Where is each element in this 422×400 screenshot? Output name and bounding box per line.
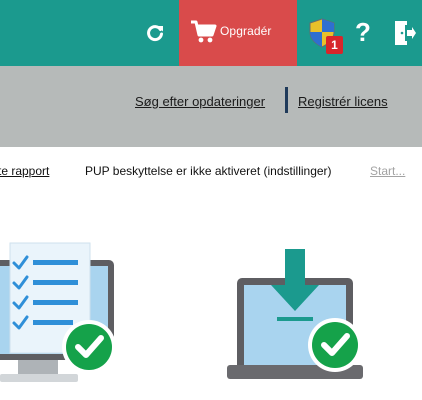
refresh-icon bbox=[147, 25, 163, 42]
notification-count-badge: 1 bbox=[326, 36, 343, 54]
help-button[interactable]: ? bbox=[350, 15, 376, 49]
upgrade-button[interactable]: Opgradér bbox=[179, 0, 297, 66]
shopping-cart-icon bbox=[191, 20, 217, 43]
action-link-bar: Søg efter opdateringer Registrér licens bbox=[0, 66, 422, 147]
status-line: te rapport PUP beskyttelse er ikke aktiv… bbox=[0, 164, 422, 184]
refresh-button[interactable] bbox=[141, 19, 169, 47]
link-separator bbox=[285, 87, 288, 113]
monitor-checklist-check-icon bbox=[0, 242, 116, 382]
report-link[interactable]: te rapport bbox=[0, 164, 49, 178]
upgrade-label: Opgradér bbox=[220, 24, 272, 38]
notifications-button[interactable]: 1 bbox=[306, 16, 346, 58]
check-updates-link[interactable]: Søg efter opdateringer bbox=[135, 94, 265, 109]
laptop-download-check-icon bbox=[227, 249, 363, 379]
start-link[interactable]: Start... bbox=[370, 164, 405, 178]
exit-door-icon bbox=[395, 21, 416, 45]
pup-status-text: PUP beskyttelse er ikke aktiveret (indst… bbox=[85, 164, 332, 178]
exit-button[interactable] bbox=[392, 19, 416, 47]
top-toolbar: Opgradér 1 ? bbox=[0, 0, 422, 66]
register-license-link[interactable]: Registrér licens bbox=[298, 94, 388, 109]
